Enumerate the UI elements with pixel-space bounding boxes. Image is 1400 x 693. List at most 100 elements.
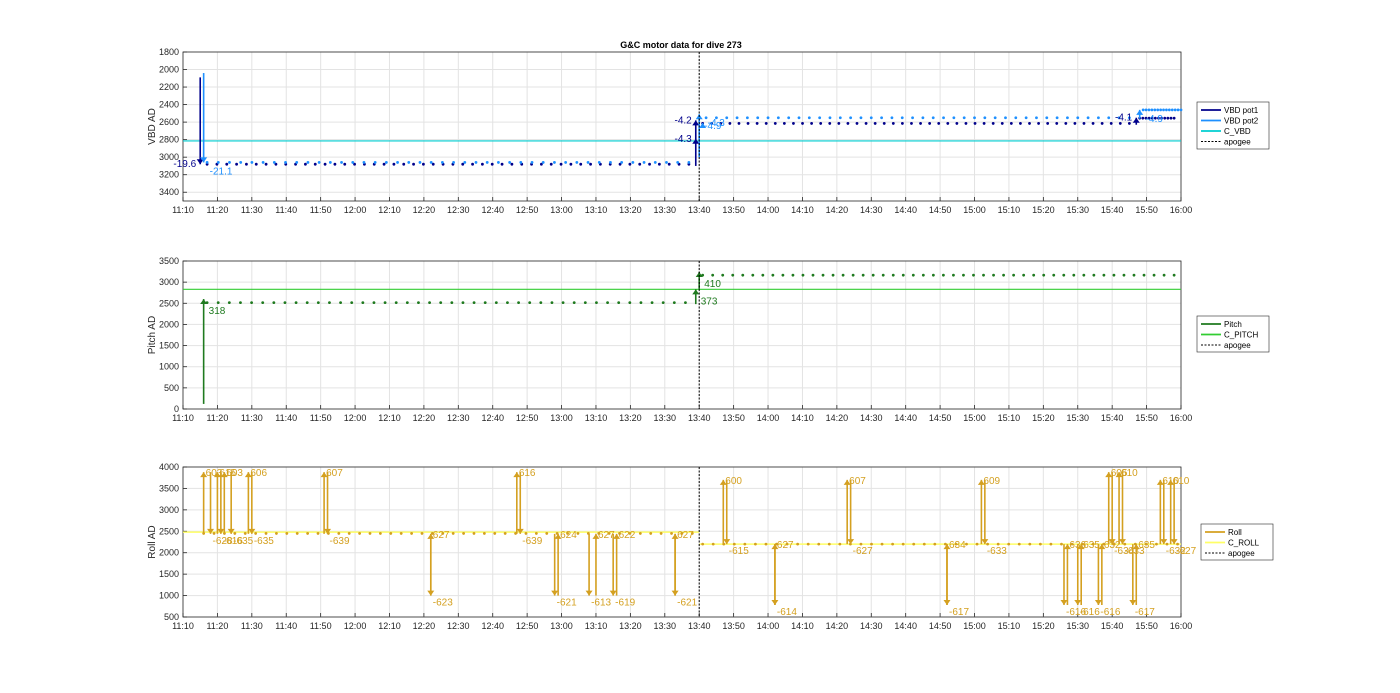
legend-entry: C_VBD [1224, 127, 1251, 136]
data-point-Pitch [294, 301, 298, 305]
data-point-VBD pot1 [919, 122, 922, 125]
data-point-VBD pot1 [991, 122, 995, 125]
y-tick-label: 3400 [159, 187, 179, 197]
x-tick-label: 11:30 [241, 621, 263, 631]
legend-entry: VBD pot1 [1224, 106, 1259, 115]
data-point-VBD pot2 [508, 161, 512, 164]
x-tick-label: 13:40 [688, 413, 711, 423]
data-point-Pitch [506, 301, 509, 305]
data-point-VBD pot2 [216, 161, 220, 164]
data-point-VBD pot2 [497, 161, 500, 164]
data-point-Roll [264, 532, 268, 535]
y-tick-label: 3000 [159, 277, 179, 287]
data-point-Roll [1155, 542, 1158, 546]
data-point-Roll [524, 532, 528, 535]
data-point-Roll [243, 532, 247, 535]
data-point-Roll [285, 532, 289, 535]
data-point-VBD pot2 [1055, 116, 1059, 120]
data-point-Roll [1049, 542, 1053, 546]
x-tick-label: 14:50 [929, 413, 952, 423]
data-point-VBD pot2 [272, 161, 276, 164]
data-point-Pitch [628, 301, 632, 305]
x-tick-label: 15:20 [1032, 621, 1055, 631]
data-point-VBD pot1 [837, 122, 841, 125]
y-axis-label: Pitch AD [147, 316, 158, 354]
data-point-Pitch [572, 301, 576, 305]
data-point-Pitch [861, 273, 865, 277]
data-point-Pitch [1012, 273, 1016, 277]
arrow-label: -617 [949, 607, 969, 618]
data-point-Pitch [741, 273, 745, 277]
y-tick-label: 0 [174, 404, 179, 414]
data-point-VBD pot1 [882, 122, 886, 125]
x-tick-label: 13:50 [722, 413, 745, 423]
y-tick-label: 2600 [159, 117, 179, 127]
y-tick-label: 2400 [159, 100, 179, 110]
data-point-Roll [827, 542, 831, 546]
data-point-VBD pot1 [737, 122, 741, 125]
data-point-VBD pot2 [351, 161, 355, 164]
data-point-VBD pot2 [250, 161, 254, 164]
data-point-Pitch [305, 301, 309, 305]
arrow-label: -633 [987, 546, 1007, 557]
data-point-Pitch [761, 273, 765, 277]
data-point-Roll [711, 542, 715, 546]
data-point-VBD pot2 [1159, 108, 1163, 112]
x-tick-label: 12:50 [516, 621, 539, 631]
data-point-VBD pot1 [819, 122, 823, 125]
y-tick-label: 1500 [159, 341, 179, 351]
data-point-VBD pot1 [1100, 122, 1104, 125]
data-point-VBD pot1 [937, 122, 941, 125]
x-tick-label: 11:20 [206, 205, 228, 215]
data-point-VBD pot2 [1165, 108, 1168, 112]
data-point-Pitch [617, 301, 621, 305]
data-point-Pitch [871, 273, 875, 277]
data-point-Pitch [417, 301, 420, 305]
data-point-VBD pot2 [911, 116, 914, 120]
data-point-Pitch [972, 273, 975, 277]
data-point-VBD pot2 [849, 116, 853, 120]
data-point-Roll [838, 542, 842, 546]
data-point-Roll [503, 532, 507, 535]
arrow-label: -4.3 [675, 134, 693, 145]
arrow-label: 635 [1138, 540, 1155, 551]
data-point-VBD pot1 [864, 122, 868, 125]
legend: Roll C_ROLLapogee [1200, 523, 1274, 561]
data-point-VBD pot2 [1107, 116, 1111, 120]
data-point-VBD pot1 [313, 162, 317, 166]
y-tick-label: 3500 [159, 256, 179, 266]
data-point-Roll [986, 542, 989, 546]
data-point-VBD pot2 [973, 116, 976, 120]
data-point-VBD pot2 [859, 116, 863, 120]
data-point-VBD pot1 [1019, 122, 1022, 125]
x-tick-label: 12:50 [516, 413, 539, 423]
data-point-VBD pot1 [481, 162, 484, 166]
data-point-Pitch [771, 273, 775, 277]
arrow-label: 610 [1173, 476, 1190, 487]
data-point-Pitch [394, 301, 398, 305]
data-point-Roll [1176, 542, 1179, 546]
x-tick-label: 13:20 [619, 621, 642, 631]
data-point-Roll [389, 532, 393, 535]
data-point-Pitch [1172, 273, 1176, 277]
x-tick-label: 14:20 [826, 205, 849, 215]
arrow-label: 607 [326, 468, 343, 479]
data-point-VBD pot2 [797, 116, 801, 120]
data-point-VBD pot1 [973, 122, 977, 125]
data-point-VBD pot2 [653, 161, 657, 164]
figure: G&C motor data for dive 273 11:10 11:20 11… [147, 40, 1274, 631]
data-point-Roll [1017, 542, 1021, 546]
data-point-Roll [379, 532, 382, 535]
data-point-Pitch [639, 301, 643, 305]
data-point-VBD pot2 [396, 161, 399, 164]
x-tick-label: 12:40 [481, 413, 504, 423]
y-tick-label: 2200 [159, 82, 179, 92]
data-point-Pitch [821, 273, 825, 277]
data-point-VBD pot2 [373, 161, 377, 164]
arrow-label: 627 [677, 530, 694, 541]
x-tick-label: 15:40 [1101, 621, 1124, 631]
data-point-Pitch [472, 301, 476, 305]
arrow-label: -21.1 [210, 166, 233, 177]
data-point-VBD pot1 [510, 162, 514, 166]
data-point-VBD pot2 [1144, 108, 1148, 112]
